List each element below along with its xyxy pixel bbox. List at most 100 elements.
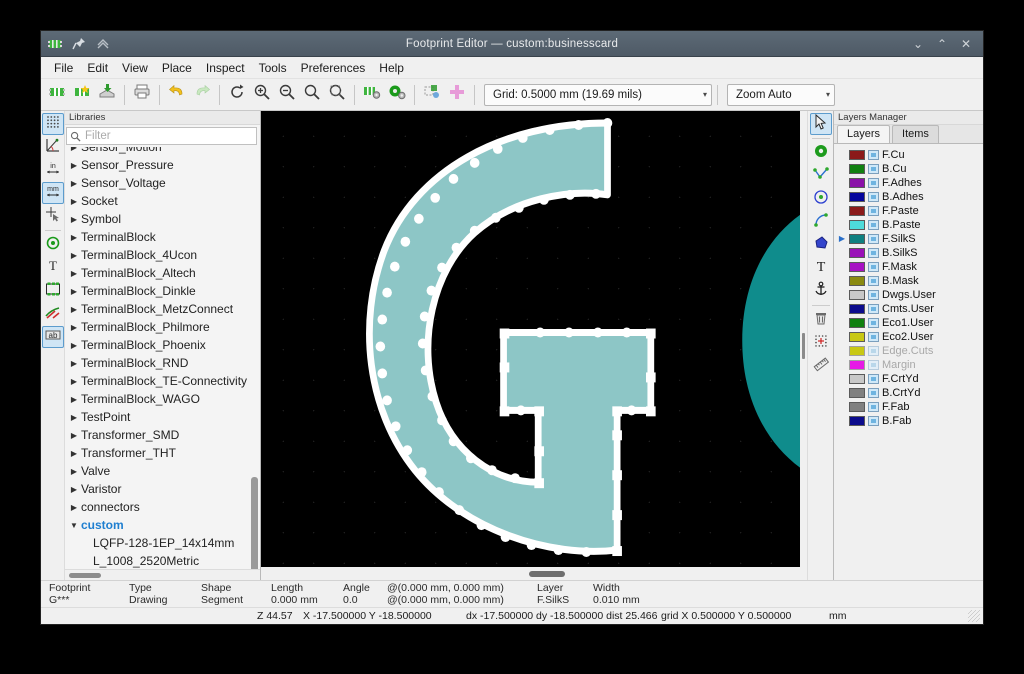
letter-e-shape[interactable]	[742, 191, 800, 495]
layer-color-swatch[interactable]	[849, 416, 865, 426]
footprint-properties-button[interactable]	[360, 83, 384, 107]
check-footprint-button[interactable]	[420, 83, 444, 107]
layer-visibility-checkbox[interactable]	[868, 206, 879, 216]
tab-items[interactable]: Items	[892, 125, 939, 143]
chevron-right-icon[interactable]: ▶	[67, 287, 81, 296]
libraries-horizontal-scrollbar[interactable]	[65, 569, 260, 580]
library-tree-item[interactable]: ▶ TerminalBlock_4Ucon	[67, 246, 260, 264]
library-tree-item[interactable]: ▶ TerminalBlock	[67, 228, 260, 246]
library-tree-item[interactable]: ▶ TerminalBlock_Phoenix	[67, 336, 260, 354]
library-tree-item[interactable]: ▶ Valve	[67, 462, 260, 480]
layer-color-swatch[interactable]	[849, 192, 865, 202]
canvas-horizontal-scrollbar[interactable]	[261, 567, 800, 580]
layer-color-swatch[interactable]	[849, 346, 865, 356]
toggle-polar-coordinates-button[interactable]	[42, 136, 64, 158]
layer-row[interactable]: F.Paste	[836, 204, 983, 218]
library-tree-item[interactable]: ▶ Sensor_Motion	[67, 147, 260, 156]
layer-color-swatch[interactable]	[849, 220, 865, 230]
layer-color-swatch[interactable]	[849, 206, 865, 216]
pin-icon[interactable]	[71, 36, 87, 52]
menu-help[interactable]: Help	[372, 59, 411, 77]
menu-edit[interactable]: Edit	[80, 59, 115, 77]
footprint-tree-item[interactable]: L_1008_2520Metric	[67, 552, 260, 569]
show-graphics-sketch-button[interactable]	[42, 280, 64, 302]
letter-G-shape[interactable]	[366, 117, 656, 558]
layer-row[interactable]: F.CrtYd	[836, 372, 983, 386]
layer-visibility-checkbox[interactable]	[868, 178, 879, 188]
layer-color-swatch[interactable]	[849, 178, 865, 188]
library-tree-item[interactable]: ▶ TerminalBlock_Dinkle	[67, 282, 260, 300]
zoom-out-button[interactable]	[275, 83, 299, 107]
canvas-panel-splitter[interactable]	[800, 111, 807, 580]
library-tree-item[interactable]: ▶ TerminalBlock_WAGO	[67, 390, 260, 408]
footprint-tree-item[interactable]: LQFP-128-1EP_14x14mm	[67, 534, 260, 552]
close-button[interactable]: ✕	[959, 37, 973, 51]
layer-color-swatch[interactable]	[849, 248, 865, 258]
layer-visibility-checkbox[interactable]	[868, 332, 879, 342]
pad-properties-button[interactable]	[385, 83, 409, 107]
library-filter-box[interactable]	[66, 127, 257, 146]
layer-visibility-checkbox[interactable]	[868, 192, 879, 202]
layer-row[interactable]: F.Fab	[836, 400, 983, 414]
libraries-vertical-scrollbar[interactable]	[250, 147, 259, 569]
chevron-right-icon[interactable]: ▶	[67, 269, 81, 278]
layer-row[interactable]: B.CrtYd	[836, 386, 983, 400]
library-tree-item[interactable]: ▶ Transformer_THT	[67, 444, 260, 462]
menu-view[interactable]: View	[115, 59, 155, 77]
layer-row[interactable]: Cmts.User	[836, 302, 983, 316]
zoom-selector[interactable]: Zoom Auto ▾	[727, 83, 835, 106]
layer-color-swatch[interactable]	[849, 388, 865, 398]
grid-selector[interactable]: Grid: 0.5000 mm (19.69 mils) ▾	[484, 83, 712, 106]
layer-color-swatch[interactable]	[849, 290, 865, 300]
set-anchor-tool-button[interactable]	[810, 280, 832, 302]
zoom-in-button[interactable]	[250, 83, 274, 107]
menu-place[interactable]: Place	[155, 59, 199, 77]
add-polygon-tool-button[interactable]	[810, 234, 832, 256]
layer-row[interactable]: B.Paste	[836, 218, 983, 232]
new-footprint-button[interactable]	[45, 83, 69, 107]
layer-row[interactable]: F.Adhes	[836, 176, 983, 190]
show-pads-sketch-button[interactable]	[42, 234, 64, 256]
layer-row[interactable]: Dwgs.User	[836, 288, 983, 302]
chevron-up-icon[interactable]	[95, 36, 111, 52]
toggle-grid-button[interactable]	[41, 113, 64, 135]
layer-color-swatch[interactable]	[849, 150, 865, 160]
load-footprint-button[interactable]	[95, 83, 119, 107]
library-tree-item[interactable]: ▶ TestPoint	[67, 408, 260, 426]
zoom-fit-button[interactable]	[300, 83, 324, 107]
layer-visibility-checkbox[interactable]	[868, 318, 879, 328]
units-millimeters-button[interactable]: mm	[41, 182, 64, 204]
layer-visibility-checkbox[interactable]	[868, 234, 879, 244]
layer-visibility-checkbox[interactable]	[868, 164, 879, 174]
window-resize-grip[interactable]	[968, 610, 980, 622]
layer-color-swatch[interactable]	[849, 304, 865, 314]
canvas-hscroll-thumb[interactable]	[529, 571, 565, 577]
chevron-right-icon[interactable]: ▶	[67, 323, 81, 332]
maximize-button[interactable]: ⌃	[935, 37, 949, 51]
menu-file[interactable]: File	[47, 59, 80, 77]
layer-color-swatch[interactable]	[849, 262, 865, 272]
minimize-button[interactable]: ⌄	[911, 37, 925, 51]
toggle-full-crosshair-button[interactable]	[42, 205, 64, 227]
layers-list[interactable]: F.Cu B.Cu F.Adhes B.Adhes F.Paste B.Paste ▶ F.S…	[834, 144, 983, 580]
layer-visibility-checkbox[interactable]	[868, 346, 879, 356]
units-inches-button[interactable]: in	[42, 159, 64, 181]
chevron-right-icon[interactable]: ▶	[67, 431, 81, 440]
layer-visibility-checkbox[interactable]	[868, 220, 879, 230]
add-arc-tool-button[interactable]	[810, 211, 832, 233]
layer-visibility-checkbox[interactable]	[868, 304, 879, 314]
print-button[interactable]	[130, 83, 154, 107]
layer-visibility-checkbox[interactable]	[868, 374, 879, 384]
chevron-right-icon[interactable]: ▶	[67, 179, 81, 188]
layer-row[interactable]: F.Mask	[836, 260, 983, 274]
library-tree-item[interactable]: ▶ TerminalBlock_MetzConnect	[67, 300, 260, 318]
library-filter-input[interactable]	[83, 129, 256, 144]
library-tree-item[interactable]: ▶ Varistor	[67, 480, 260, 498]
layer-row[interactable]: Eco2.User	[836, 330, 983, 344]
chevron-right-icon[interactable]: ▶	[67, 485, 81, 494]
chevron-right-icon[interactable]: ▶	[67, 197, 81, 206]
layer-visibility-checkbox[interactable]	[868, 150, 879, 160]
menu-inspect[interactable]: Inspect	[199, 59, 252, 77]
chevron-right-icon[interactable]: ▶	[67, 251, 81, 260]
layer-row[interactable]: Margin	[836, 358, 983, 372]
